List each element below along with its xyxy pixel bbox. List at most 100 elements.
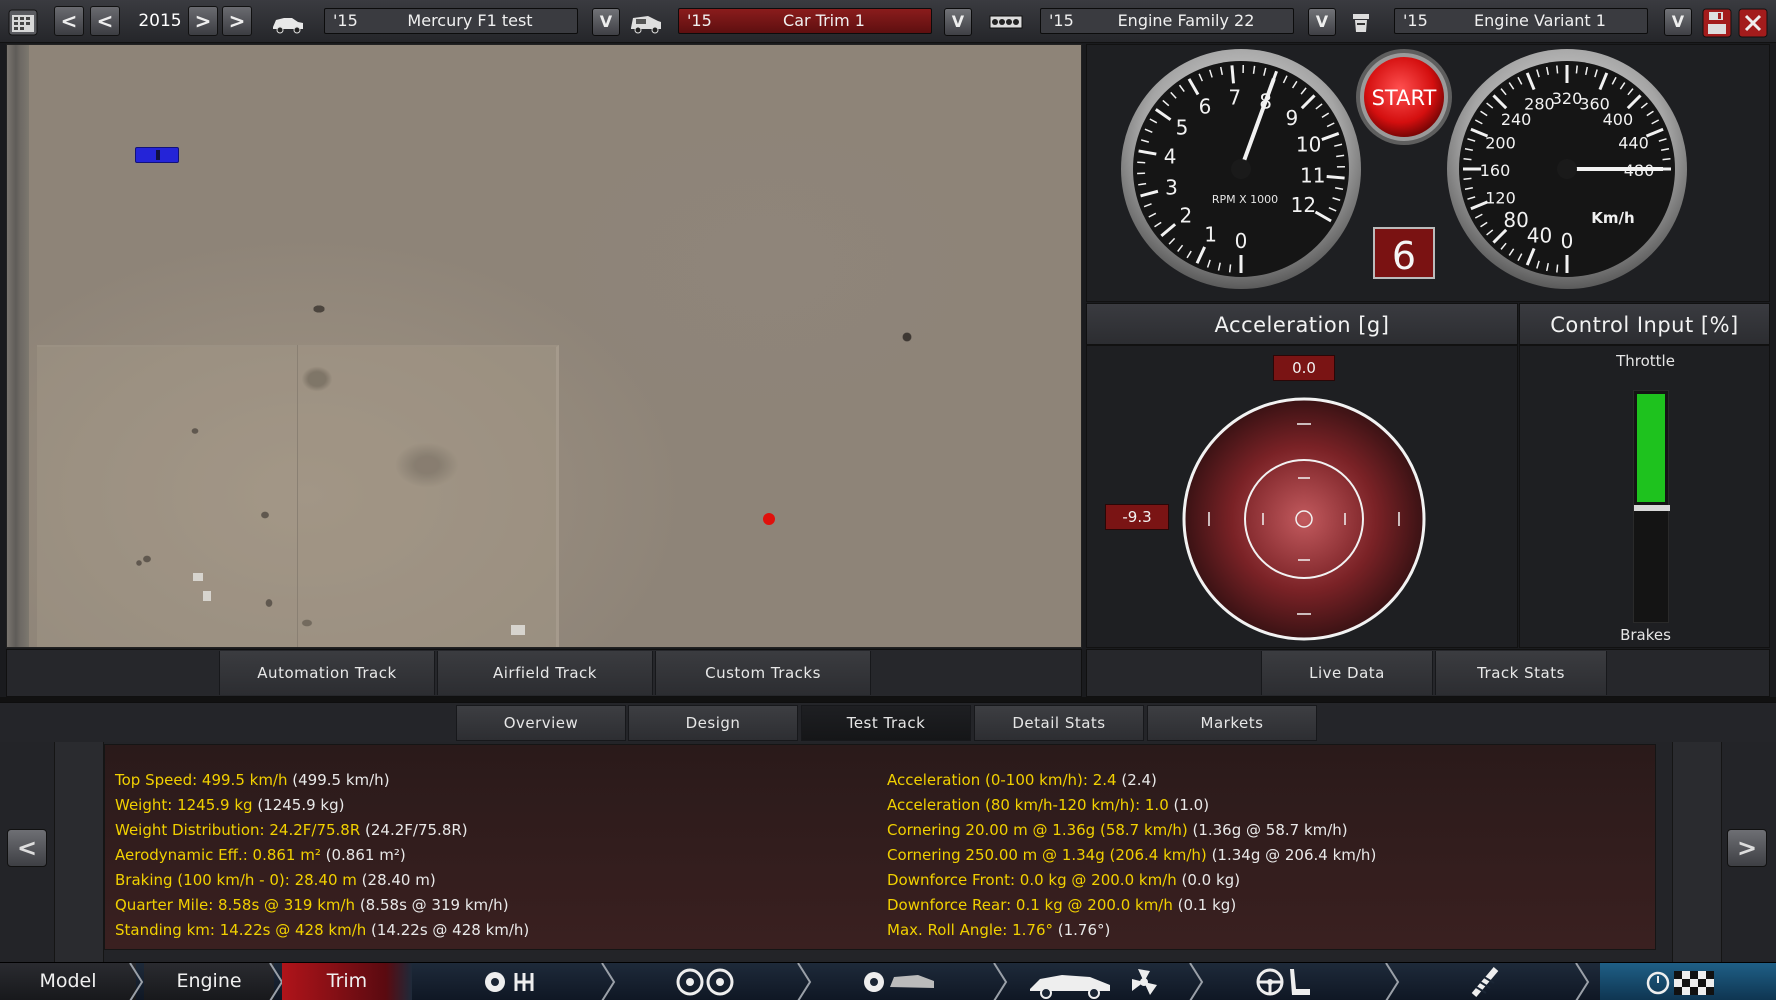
trim-name: Car Trim 1 [783, 11, 865, 30]
control-input-title: Control Input [%] [1519, 303, 1770, 345]
speedometer-tick-label: 120 [1485, 189, 1516, 208]
tachometer-tick-label: 9 [1286, 106, 1299, 130]
stat-reference-value: (0.861 m²) [320, 846, 406, 864]
tab-detail-stats[interactable]: Detail Stats [974, 705, 1144, 741]
stat-reference-value: (24.2F/75.8R) [360, 821, 468, 839]
speedometer-tick [1556, 65, 1559, 74]
speedometer-tick-label: 440 [1618, 133, 1649, 152]
throttle-bar-track [1633, 390, 1670, 623]
tab-automation-track[interactable]: Automation Track [219, 651, 435, 695]
stat-reference-value: (8.58s @ 319 km/h) [355, 896, 509, 914]
map-field-inner [297, 345, 559, 647]
tab-track-stats[interactable]: Track Stats [1435, 651, 1607, 695]
tachometer-tick-label: 7 [1228, 85, 1241, 109]
save-icon[interactable] [1702, 8, 1732, 38]
track-map[interactable] [6, 44, 1082, 648]
stat-label: Downforce Rear: 0.1 kg @ 200.0 km/h [887, 896, 1173, 914]
next-page-button[interactable]: > [1727, 829, 1767, 867]
map-road [7, 45, 29, 647]
speedometer: 04080120160200240280320360400440480 Km/h [1447, 49, 1687, 289]
wheels-icon [676, 968, 734, 996]
year-forward-fast-button[interactable]: > [222, 6, 252, 36]
start-button[interactable]: START [1356, 49, 1452, 145]
chevron-right-icon [129, 963, 144, 1000]
car-model-icon [270, 8, 306, 36]
model-dropdown-button[interactable]: V [592, 8, 620, 36]
throttle-label: Throttle [1616, 352, 1675, 370]
acceleration-title: Acceleration [g] [1086, 303, 1518, 345]
trim-dropdown-button[interactable]: V [944, 8, 972, 36]
year-back-fast-button[interactable]: < [54, 6, 84, 36]
stat-row: Quarter Mile: 8.58s @ 319 km/h (8.58s @ … [115, 894, 509, 916]
nav-interior[interactable] [1250, 963, 1320, 1000]
prev-page-button[interactable]: < [7, 829, 47, 867]
stat-label: Braking (100 km/h - 0): 28.40 m [115, 871, 357, 889]
nav-trim[interactable]: Trim [282, 963, 412, 1000]
engine-family-icon [988, 8, 1024, 36]
stat-reference-value: (1.76°) [1052, 921, 1111, 939]
stat-row: Max. Roll Angle: 1.76° (1.76°) [887, 919, 1110, 941]
nav-body[interactable] [862, 963, 942, 1000]
stat-reference-value: (499.5 km/h) [287, 771, 390, 789]
tab-test-track[interactable]: Test Track [801, 705, 971, 741]
trim-field[interactable]: '15 Car Trim 1 [678, 8, 932, 34]
speedometer-tick [1463, 158, 1472, 161]
tachometer-tick-label: 5 [1176, 116, 1189, 140]
tachometer-tick [1137, 161, 1146, 164]
stat-label: Cornering 20.00 m @ 1.36g (58.7 km/h) [887, 821, 1188, 839]
stopwatch-flag-icon [1646, 971, 1714, 995]
nav-test-drive[interactable] [1600, 963, 1776, 1000]
stat-reference-value: (1.36g @ 58.7 km/h) [1187, 821, 1348, 839]
year-back-button[interactable]: < [90, 6, 120, 36]
stat-label: Aerodynamic Eff.: 0.861 m² [115, 846, 321, 864]
nav-model[interactable]: Model [0, 963, 136, 1000]
nav-suspension[interactable] [1460, 963, 1510, 1000]
tab-airfield-track[interactable]: Airfield Track [437, 651, 653, 695]
stat-row: Acceleration (0-100 km/h): 2.4 (2.4) [887, 769, 1157, 791]
tachometer-unit-label: RPM X 1000 [1212, 193, 1278, 206]
stat-reference-value: (1.34g @ 206.4 km/h) [1206, 846, 1377, 864]
control-input-panel: Throttle Brakes [1519, 345, 1770, 648]
throttle-brake-divider [1634, 505, 1670, 511]
stat-label: Standing km: 14.22s @ 428 km/h [115, 921, 367, 939]
map-building [203, 591, 211, 601]
speedometer-tick-label: 400 [1603, 110, 1634, 129]
stats-right-gutter [1672, 742, 1722, 962]
nav-wheels[interactable] [672, 963, 742, 1000]
stat-reference-value: (0.0 kg) [1176, 871, 1241, 889]
engine-family-field[interactable]: '15 Engine Family 22 [1040, 8, 1294, 34]
tachometer-tick [1252, 65, 1256, 74]
engine-variant-dropdown-button[interactable]: V [1664, 8, 1692, 36]
engine-family-dropdown-button[interactable]: V [1308, 8, 1336, 36]
tab-design[interactable]: Design [628, 705, 798, 741]
longitudinal-g-value: 0.0 [1273, 355, 1335, 381]
model-field[interactable]: '15 Mercury F1 test [324, 8, 578, 34]
tab-live-data[interactable]: Live Data [1261, 651, 1433, 695]
nav-engine[interactable]: Engine [144, 963, 274, 1000]
tab-overview[interactable]: Overview [456, 705, 626, 741]
engine-variant-field[interactable]: '15 Engine Variant 1 [1394, 8, 1648, 34]
chevron-right-icon [1189, 963, 1204, 1000]
close-icon[interactable] [1738, 8, 1768, 38]
engine-family-year: '15 [1049, 11, 1074, 30]
steering-seat-icon [1256, 968, 1310, 996]
stat-reference-value: (1.0) [1168, 796, 1210, 814]
speedometer-hub [1557, 159, 1577, 179]
tab-markets[interactable]: Markets [1147, 705, 1317, 741]
calendar-icon[interactable] [8, 8, 38, 36]
track-tab-bar: Automation Track Airfield Track Custom T… [6, 649, 1082, 697]
nav-aero[interactable] [1026, 963, 1166, 1000]
throttle-bar-fill [1637, 394, 1665, 502]
engine-variant-name: Engine Variant 1 [1474, 11, 1606, 30]
stat-row: Weight Distribution: 24.2F/75.8R (24.2F/… [115, 819, 468, 841]
stat-row: Standing km: 14.22s @ 428 km/h (14.22s @… [115, 919, 529, 941]
lateral-g-value: -9.3 [1105, 504, 1169, 530]
stat-label: Max. Roll Angle: 1.76° [887, 921, 1053, 939]
nav-drivetrain[interactable] [480, 963, 550, 1000]
tachometer-tick-label: 1 [1204, 222, 1217, 246]
year-forward-button[interactable]: > [188, 6, 218, 36]
speedometer-tick [1463, 177, 1472, 180]
tab-custom-tracks[interactable]: Custom Tracks [655, 651, 871, 695]
chevron-right-icon [1575, 963, 1590, 1000]
brakes-label: Brakes [1620, 626, 1671, 644]
